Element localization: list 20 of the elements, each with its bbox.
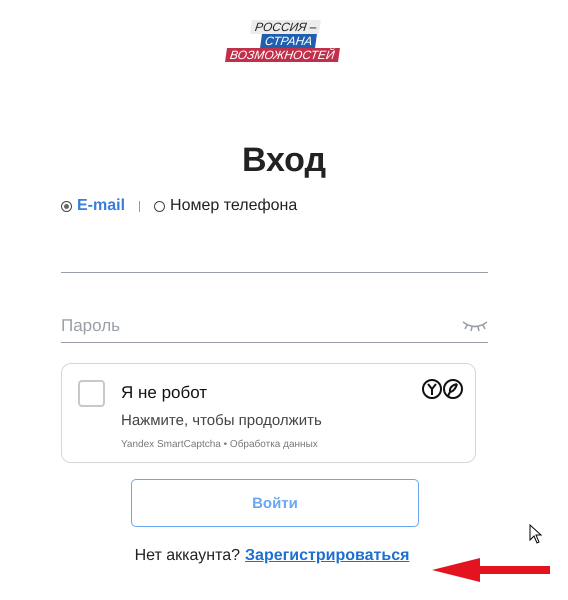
captcha-logo-icon [421, 378, 465, 400]
logo-text: РОССИЯ – [250, 20, 322, 34]
radio-icon[interactable] [154, 200, 166, 212]
arrow-icon [432, 557, 552, 583]
captcha-label: Я не робот [121, 382, 208, 404]
login-type-option[interactable]: E-mail [61, 197, 126, 215]
radio-icon[interactable] [61, 200, 72, 212]
login-type-option[interactable]: Номер телефона [154, 197, 298, 215]
captcha-hint: Нажмите, чтобы продолжить [121, 412, 322, 429]
eye-closed-icon[interactable] [462, 318, 488, 332]
register-link[interactable]: Зарегистрироваться [245, 547, 410, 565]
logo-text: ВОЗМОЖНОСТЕЙ [224, 48, 340, 62]
captcha-footer: Yandex SmartCaptcha • Обработка данных [121, 439, 322, 450]
no-account-text: Нет аккаунта? [134, 547, 240, 565]
cursor-icon [529, 524, 543, 544]
page-title: Вход [240, 140, 328, 180]
logo-text: СТРАНА [260, 34, 318, 48]
password-field[interactable]: Пароль [61, 316, 462, 336]
login-button[interactable]: Войти [131, 479, 419, 527]
checkbox[interactable] [78, 380, 105, 407]
